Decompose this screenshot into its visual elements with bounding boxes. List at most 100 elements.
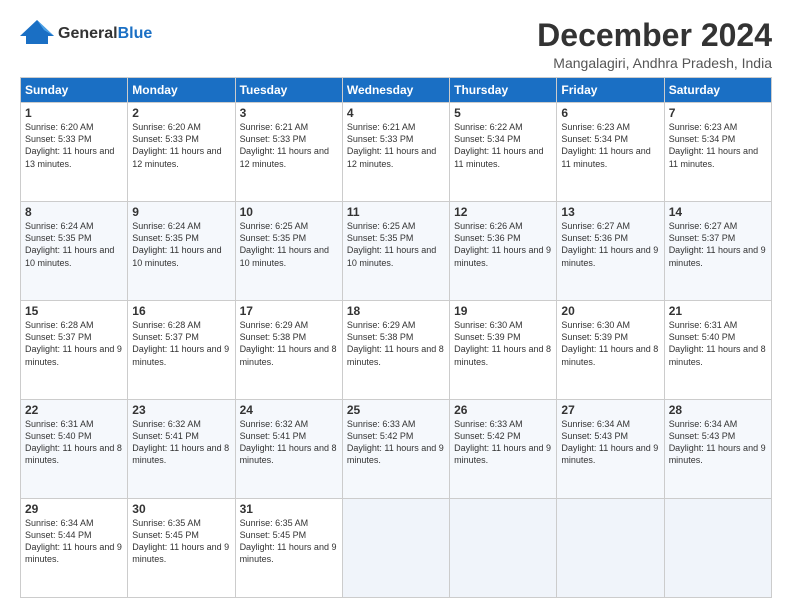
day-number: 14 [669, 205, 767, 219]
cell-details: Sunrise: 6:21 AM Sunset: 5:33 PM Dayligh… [347, 121, 445, 170]
calendar-cell: 11Sunrise: 6:25 AM Sunset: 5:35 PM Dayli… [342, 202, 449, 301]
cell-details: Sunrise: 6:30 AM Sunset: 5:39 PM Dayligh… [454, 319, 552, 368]
calendar-cell: 7Sunrise: 6:23 AM Sunset: 5:34 PM Daylig… [664, 103, 771, 202]
calendar-cell: 28Sunrise: 6:34 AM Sunset: 5:43 PM Dayli… [664, 400, 771, 499]
logo: GeneralBlue [20, 18, 152, 51]
calendar-cell: 25Sunrise: 6:33 AM Sunset: 5:42 PM Dayli… [342, 400, 449, 499]
calendar-cell: 20Sunrise: 6:30 AM Sunset: 5:39 PM Dayli… [557, 301, 664, 400]
calendar-cell: 12Sunrise: 6:26 AM Sunset: 5:36 PM Dayli… [450, 202, 557, 301]
day-number: 7 [669, 106, 767, 120]
calendar-week-row: 1Sunrise: 6:20 AM Sunset: 5:33 PM Daylig… [21, 103, 772, 202]
day-number: 16 [132, 304, 230, 318]
cell-details: Sunrise: 6:21 AM Sunset: 5:33 PM Dayligh… [240, 121, 338, 170]
cell-details: Sunrise: 6:35 AM Sunset: 5:45 PM Dayligh… [240, 517, 338, 566]
cell-details: Sunrise: 6:20 AM Sunset: 5:33 PM Dayligh… [132, 121, 230, 170]
calendar-cell: 13Sunrise: 6:27 AM Sunset: 5:36 PM Dayli… [557, 202, 664, 301]
calendar-cell [342, 499, 449, 598]
cell-details: Sunrise: 6:28 AM Sunset: 5:37 PM Dayligh… [25, 319, 123, 368]
title-section: December 2024 Mangalagiri, Andhra Prades… [537, 18, 772, 71]
calendar-cell: 9Sunrise: 6:24 AM Sunset: 5:35 PM Daylig… [128, 202, 235, 301]
logo-icon [20, 18, 54, 51]
day-number: 21 [669, 304, 767, 318]
day-number: 3 [240, 106, 338, 120]
calendar-cell: 24Sunrise: 6:32 AM Sunset: 5:41 PM Dayli… [235, 400, 342, 499]
day-number: 15 [25, 304, 123, 318]
calendar-cell: 26Sunrise: 6:33 AM Sunset: 5:42 PM Dayli… [450, 400, 557, 499]
location: Mangalagiri, Andhra Pradesh, India [537, 55, 772, 71]
calendar-cell: 22Sunrise: 6:31 AM Sunset: 5:40 PM Dayli… [21, 400, 128, 499]
cell-details: Sunrise: 6:30 AM Sunset: 5:39 PM Dayligh… [561, 319, 659, 368]
day-number: 9 [132, 205, 230, 219]
cell-details: Sunrise: 6:23 AM Sunset: 5:34 PM Dayligh… [669, 121, 767, 170]
cell-details: Sunrise: 6:34 AM Sunset: 5:44 PM Dayligh… [25, 517, 123, 566]
calendar-cell: 1Sunrise: 6:20 AM Sunset: 5:33 PM Daylig… [21, 103, 128, 202]
cell-details: Sunrise: 6:32 AM Sunset: 5:41 PM Dayligh… [240, 418, 338, 467]
calendar-cell: 23Sunrise: 6:32 AM Sunset: 5:41 PM Dayli… [128, 400, 235, 499]
weekday-header: Monday [128, 78, 235, 103]
calendar-cell: 3Sunrise: 6:21 AM Sunset: 5:33 PM Daylig… [235, 103, 342, 202]
day-number: 10 [240, 205, 338, 219]
weekday-header: Saturday [664, 78, 771, 103]
calendar-cell: 2Sunrise: 6:20 AM Sunset: 5:33 PM Daylig… [128, 103, 235, 202]
cell-details: Sunrise: 6:22 AM Sunset: 5:34 PM Dayligh… [454, 121, 552, 170]
cell-details: Sunrise: 6:29 AM Sunset: 5:38 PM Dayligh… [347, 319, 445, 368]
calendar-header-row: SundayMondayTuesdayWednesdayThursdayFrid… [21, 78, 772, 103]
cell-details: Sunrise: 6:35 AM Sunset: 5:45 PM Dayligh… [132, 517, 230, 566]
calendar-week-row: 22Sunrise: 6:31 AM Sunset: 5:40 PM Dayli… [21, 400, 772, 499]
calendar-cell: 14Sunrise: 6:27 AM Sunset: 5:37 PM Dayli… [664, 202, 771, 301]
day-number: 27 [561, 403, 659, 417]
cell-details: Sunrise: 6:20 AM Sunset: 5:33 PM Dayligh… [25, 121, 123, 170]
weekday-header: Friday [557, 78, 664, 103]
calendar-cell: 15Sunrise: 6:28 AM Sunset: 5:37 PM Dayli… [21, 301, 128, 400]
calendar-cell: 21Sunrise: 6:31 AM Sunset: 5:40 PM Dayli… [664, 301, 771, 400]
cell-details: Sunrise: 6:26 AM Sunset: 5:36 PM Dayligh… [454, 220, 552, 269]
cell-details: Sunrise: 6:34 AM Sunset: 5:43 PM Dayligh… [561, 418, 659, 467]
calendar-cell: 17Sunrise: 6:29 AM Sunset: 5:38 PM Dayli… [235, 301, 342, 400]
calendar-week-row: 15Sunrise: 6:28 AM Sunset: 5:37 PM Dayli… [21, 301, 772, 400]
day-number: 20 [561, 304, 659, 318]
calendar-cell: 30Sunrise: 6:35 AM Sunset: 5:45 PM Dayli… [128, 499, 235, 598]
calendar-cell: 18Sunrise: 6:29 AM Sunset: 5:38 PM Dayli… [342, 301, 449, 400]
day-number: 1 [25, 106, 123, 120]
day-number: 31 [240, 502, 338, 516]
cell-details: Sunrise: 6:33 AM Sunset: 5:42 PM Dayligh… [454, 418, 552, 467]
day-number: 8 [25, 205, 123, 219]
calendar-week-row: 29Sunrise: 6:34 AM Sunset: 5:44 PM Dayli… [21, 499, 772, 598]
day-number: 2 [132, 106, 230, 120]
day-number: 11 [347, 205, 445, 219]
calendar-body: 1Sunrise: 6:20 AM Sunset: 5:33 PM Daylig… [21, 103, 772, 598]
calendar-cell [664, 499, 771, 598]
header: GeneralBlue December 2024 Mangalagiri, A… [20, 18, 772, 71]
day-number: 25 [347, 403, 445, 417]
day-number: 17 [240, 304, 338, 318]
cell-details: Sunrise: 6:27 AM Sunset: 5:37 PM Dayligh… [669, 220, 767, 269]
day-number: 29 [25, 502, 123, 516]
cell-details: Sunrise: 6:24 AM Sunset: 5:35 PM Dayligh… [25, 220, 123, 269]
calendar-cell [450, 499, 557, 598]
cell-details: Sunrise: 6:31 AM Sunset: 5:40 PM Dayligh… [669, 319, 767, 368]
cell-details: Sunrise: 6:27 AM Sunset: 5:36 PM Dayligh… [561, 220, 659, 269]
calendar-cell: 27Sunrise: 6:34 AM Sunset: 5:43 PM Dayli… [557, 400, 664, 499]
day-number: 5 [454, 106, 552, 120]
cell-details: Sunrise: 6:24 AM Sunset: 5:35 PM Dayligh… [132, 220, 230, 269]
month-title: December 2024 [537, 18, 772, 53]
weekday-header: Sunday [21, 78, 128, 103]
calendar-week-row: 8Sunrise: 6:24 AM Sunset: 5:35 PM Daylig… [21, 202, 772, 301]
day-number: 12 [454, 205, 552, 219]
calendar-table: SundayMondayTuesdayWednesdayThursdayFrid… [20, 77, 772, 598]
calendar-cell: 19Sunrise: 6:30 AM Sunset: 5:39 PM Dayli… [450, 301, 557, 400]
logo-text: GeneralBlue [58, 25, 152, 43]
cell-details: Sunrise: 6:25 AM Sunset: 5:35 PM Dayligh… [347, 220, 445, 269]
cell-details: Sunrise: 6:34 AM Sunset: 5:43 PM Dayligh… [669, 418, 767, 467]
calendar-cell: 31Sunrise: 6:35 AM Sunset: 5:45 PM Dayli… [235, 499, 342, 598]
calendar-cell: 6Sunrise: 6:23 AM Sunset: 5:34 PM Daylig… [557, 103, 664, 202]
calendar-cell: 16Sunrise: 6:28 AM Sunset: 5:37 PM Dayli… [128, 301, 235, 400]
page: GeneralBlue December 2024 Mangalagiri, A… [0, 0, 792, 612]
calendar-cell [557, 499, 664, 598]
day-number: 28 [669, 403, 767, 417]
weekday-header: Tuesday [235, 78, 342, 103]
day-number: 19 [454, 304, 552, 318]
cell-details: Sunrise: 6:28 AM Sunset: 5:37 PM Dayligh… [132, 319, 230, 368]
calendar-cell: 29Sunrise: 6:34 AM Sunset: 5:44 PM Dayli… [21, 499, 128, 598]
weekday-header: Thursday [450, 78, 557, 103]
